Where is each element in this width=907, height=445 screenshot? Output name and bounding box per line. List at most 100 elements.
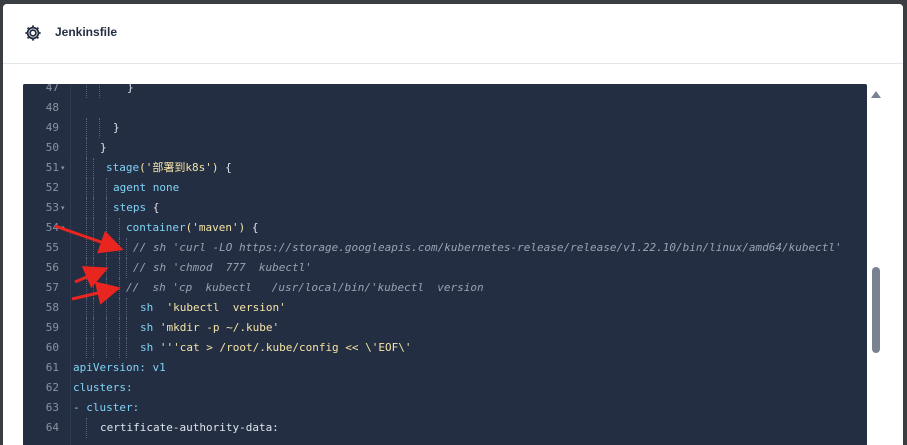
code-line[interactable]: // sh 'chmod 777 kubectl' <box>133 258 312 278</box>
indent-guide <box>119 258 121 278</box>
code-line[interactable]: sh '''cat > /root/.kube/config << \'EOF\… <box>140 338 412 358</box>
code-token: sh <box>140 301 154 314</box>
line-number: 54 <box>45 221 59 234</box>
line-number: 59 <box>45 321 59 334</box>
scrollbar-track[interactable] <box>869 84 883 445</box>
indent-guide <box>93 318 95 338</box>
code-line[interactable]: } <box>127 84 134 98</box>
gutter-divider <box>70 84 71 445</box>
code-token: } <box>127 84 134 94</box>
scroll-up-arrow-icon[interactable] <box>871 91 881 98</box>
code-line[interactable]: stage('部署到k8s') { <box>106 158 232 178</box>
code-area[interactable]: }}} stage('部署到k8s') {agent none steps {con… <box>73 84 863 445</box>
code-line[interactable]: sh 'kubectl version' <box>140 298 286 318</box>
indent-guide <box>93 298 95 318</box>
dialog-body: 47 48 49 50 51 ▾ 52 53 ▾ 54 ▾ 55 56 57 58 59 60 61 62 63 64 … <box>3 64 903 445</box>
indent-guide <box>106 298 108 318</box>
code-line[interactable]: container('maven') { <box>126 218 258 238</box>
code-token: { <box>146 201 160 214</box>
indent-guide <box>93 238 95 258</box>
code-token: apiVersion: v1 <box>73 361 166 374</box>
line-number: 63 <box>45 401 59 414</box>
code-line[interactable]: apiVersion: v1 <box>73 358 166 378</box>
code-token: agent none <box>113 181 180 194</box>
line-number: 62 <box>45 381 59 394</box>
code-line[interactable]: } <box>113 118 120 138</box>
indent-guide <box>119 298 121 318</box>
line-number: 56 <box>45 261 59 274</box>
indent-guide <box>86 338 88 358</box>
indent-guide <box>106 238 108 258</box>
indent-guide <box>126 318 128 338</box>
indent-guide <box>99 118 101 138</box>
code-token: ('maven') <box>185 221 246 234</box>
indent-guide <box>93 258 95 278</box>
line-number: 55 <box>45 241 59 254</box>
code-token: { <box>218 161 232 174</box>
code-line[interactable]: } <box>100 138 107 158</box>
line-number: 60 <box>45 341 59 354</box>
indent-guide <box>99 84 101 98</box>
indent-guide <box>126 338 128 358</box>
fold-toggle-icon[interactable]: ▾ <box>61 198 69 218</box>
code-line[interactable]: agent none <box>113 178 179 198</box>
line-number: 64 <box>45 421 59 434</box>
fold-toggle-icon[interactable]: ▾ <box>61 218 69 238</box>
code-editor[interactable]: 47 48 49 50 51 ▾ 52 53 ▾ 54 ▾ 55 56 57 58 59 60 61 62 63 64 … <box>23 84 867 445</box>
code-token: sh <box>140 321 154 334</box>
line-number: 48 <box>45 101 59 114</box>
code-token: '''cat > /root/.kube/config << \'EOF\' <box>159 341 412 354</box>
code-token: clusters: <box>73 381 133 394</box>
code-line[interactable]: clusters: <box>73 378 133 398</box>
code-line[interactable]: // sh 'curl -LO https://storage.googleap… <box>133 238 842 258</box>
indent-guide <box>119 238 121 258</box>
indent-guide <box>106 198 108 218</box>
indent-guide <box>93 158 95 178</box>
code-line[interactable]: certificate-authority-data: <box>100 418 279 438</box>
indent-guide <box>126 258 128 278</box>
indent-guide <box>86 198 88 218</box>
indent-guide <box>93 338 95 358</box>
dialog-header: Jenkinsfile <box>3 4 903 64</box>
line-number: 50 <box>45 141 59 154</box>
line-number: 52 <box>45 181 59 194</box>
code-token: } <box>100 141 107 154</box>
indent-guide <box>86 418 88 438</box>
code-line[interactable]: steps { <box>113 198 159 218</box>
indent-guide <box>106 278 108 298</box>
indent-guide <box>106 178 108 198</box>
indent-guide <box>126 298 128 318</box>
code-token: // sh 'chmod 777 kubectl' <box>133 261 312 274</box>
indent-guide <box>119 218 121 238</box>
code-token: stage <box>106 161 140 174</box>
line-number: 47 <box>45 84 59 94</box>
code-token: container <box>126 221 186 234</box>
indent-guide <box>86 298 88 318</box>
indent-guide <box>106 258 108 278</box>
indent-guide <box>86 84 88 98</box>
code-line[interactable]: // sh 'cp kubectl /usr/local/bin/'kubect… <box>126 278 484 298</box>
code-token: // sh 'curl -LO https://storage.googleap… <box>133 241 842 254</box>
indent-guide <box>93 278 95 298</box>
code-token: } <box>113 121 120 134</box>
code-token: - cluster: <box>73 401 140 414</box>
line-number-gutter: 47 48 49 50 51 ▾ 52 53 ▾ 54 ▾ 55 56 57 58 59 60 61 62 63 64 <box>23 84 71 445</box>
line-number: 58 <box>45 301 59 314</box>
scrollbar-thumb[interactable] <box>872 267 880 353</box>
fold-toggle-icon[interactable]: ▾ <box>61 158 69 178</box>
line-number: 49 <box>45 121 59 134</box>
indent-guide <box>93 218 95 238</box>
jenkinsfile-dialog: Jenkinsfile 47 48 49 50 51 ▾ 52 53 ▾ 54 ▾ 55 56 57 58 5… <box>3 4 903 445</box>
code-token: ('部署到k8s') <box>139 161 219 174</box>
indent-guide <box>86 118 88 138</box>
code-token: certificate-authority-data: <box>100 421 279 434</box>
indent-guide <box>86 138 88 158</box>
code-line[interactable]: - cluster: <box>73 398 139 418</box>
line-number: 51 <box>45 161 59 174</box>
code-line[interactable]: sh 'mkdir -p ~/.kube' <box>140 318 279 338</box>
line-number: 57 <box>45 281 59 294</box>
indent-guide <box>119 338 121 358</box>
